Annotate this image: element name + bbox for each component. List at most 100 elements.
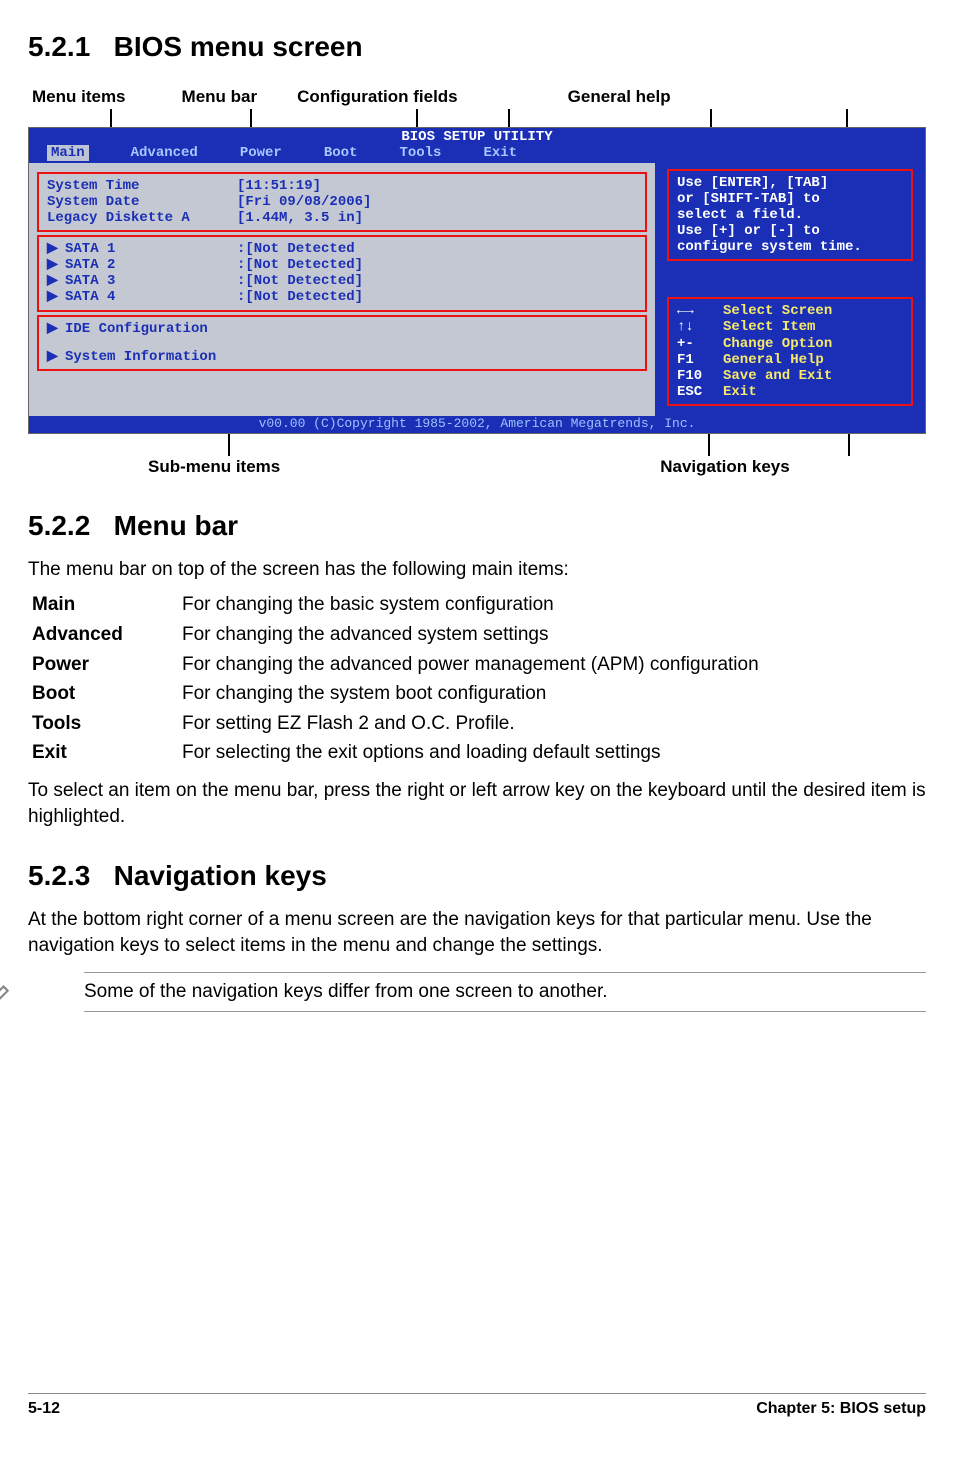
field-sata4[interactable]: ▶ SATA 4 :[Not Detected] — [47, 289, 637, 305]
def-term: Exit — [28, 738, 178, 768]
bios-menu-exit[interactable]: Exit — [483, 145, 517, 161]
table-row: MainFor changing the basic system config… — [28, 590, 926, 620]
diagram-bottom-labels: Sub-menu items Navigation keys — [28, 456, 926, 479]
def-desc: For setting EZ Flash 2 and O.C. Profile. — [178, 709, 926, 739]
def-desc: For changing the advanced system setting… — [178, 620, 926, 650]
fields-group-2: ▶ SATA 1 :[Not Detected ▶ SATA 2 :[Not D… — [37, 235, 647, 311]
section-number: 5.2.2 — [28, 510, 90, 541]
section-title: Navigation keys — [114, 860, 327, 891]
bios-screenshot: BIOS SETUP UTILITY Main Advanced Power B… — [28, 127, 926, 434]
nav-key: ←→ — [677, 303, 723, 319]
field-value: :[Not Detected] — [237, 257, 363, 273]
field-legacy-diskette[interactable]: Legacy Diskette A [1.44M, 3.5 in] — [47, 210, 637, 226]
triangle-right-icon: ▶ — [47, 273, 65, 289]
field-value: [11:51:19] — [237, 178, 321, 194]
page-number: 5-12 — [28, 1398, 60, 1420]
table-row: AdvancedFor changing the advanced system… — [28, 620, 926, 650]
nav-key-row: ↑↓Select Item — [677, 319, 903, 335]
def-term: Boot — [28, 679, 178, 709]
nav-key: +- — [677, 336, 723, 352]
fields-group-3: ▶ IDE Configuration ▶ System Information — [37, 315, 647, 371]
section-title: Menu bar — [114, 510, 238, 541]
nav-key: F10 — [677, 368, 723, 384]
def-desc: For selecting the exit options and loadi… — [178, 738, 926, 768]
def-desc: For changing the system boot configurati… — [178, 679, 926, 709]
label-config-fields: Configuration fields — [297, 86, 458, 109]
section-title: BIOS menu screen — [114, 31, 363, 62]
bios-menu-advanced[interactable]: Advanced — [131, 145, 198, 161]
submenu-system-info[interactable]: ▶ System Information — [47, 349, 637, 365]
table-row: ToolsFor setting EZ Flash 2 and O.C. Pro… — [28, 709, 926, 739]
submenu-label: System Information — [65, 349, 216, 365]
field-system-time[interactable]: System Time [11:51:19] — [47, 178, 637, 194]
nav-keys-box: ←→Select Screen ↑↓Select Item +-Change O… — [667, 297, 913, 406]
help-line: select a field. — [677, 207, 903, 223]
def-desc: For changing the basic system configurat… — [178, 590, 926, 620]
nav-key-row: ESCExit — [677, 384, 903, 400]
submenu-label: IDE Configuration — [65, 321, 208, 337]
label-submenu-items: Sub-menu items — [148, 456, 280, 479]
nav-key-row: F1General Help — [677, 352, 903, 368]
bios-menu-tools[interactable]: Tools — [399, 145, 441, 161]
def-term: Main — [28, 590, 178, 620]
def-desc: For changing the advanced power manageme… — [178, 650, 926, 680]
bios-menu-main[interactable]: Main — [47, 145, 89, 161]
bios-menu-boot[interactable]: Boot — [324, 145, 358, 161]
field-value: :[Not Detected] — [237, 289, 363, 305]
bios-left-pane: System Time [11:51:19] System Date [Fri … — [29, 163, 655, 416]
triangle-right-icon: ▶ — [47, 289, 65, 305]
nav-key-label: Select Item — [723, 319, 815, 335]
label-general-help: General help — [568, 86, 671, 109]
callout-lines-top — [28, 109, 926, 127]
note-block: Some of the navigation keys differ from … — [84, 972, 926, 1012]
field-value: :[Not Detected — [237, 241, 355, 257]
label-navigation-keys: Navigation keys — [660, 456, 789, 479]
section-number: 5.2.1 — [28, 31, 90, 62]
nav-key-label: General Help — [723, 352, 824, 368]
nav-key-row: ←→Select Screen — [677, 303, 903, 319]
callout-lines-bottom — [28, 434, 926, 456]
table-row: BootFor changing the system boot configu… — [28, 679, 926, 709]
bios-copyright: v00.00 (C)Copyright 1985-2002, American … — [29, 416, 925, 433]
help-line: Use [+] or [-] to — [677, 223, 903, 239]
nav-key-row: F10Save and Exit — [677, 368, 903, 384]
triangle-right-icon: ▶ — [47, 321, 65, 337]
field-sata1[interactable]: ▶ SATA 1 :[Not Detected — [47, 241, 637, 257]
field-sata2[interactable]: ▶ SATA 2 :[Not Detected] — [47, 257, 637, 273]
help-line: or [SHIFT-TAB] to — [677, 191, 903, 207]
field-label: SATA 3 — [65, 273, 237, 289]
nav-key-label: Exit — [723, 384, 757, 400]
nav-key: F1 — [677, 352, 723, 368]
menubar-tail: To select an item on the menu bar, press… — [28, 778, 926, 829]
page-footer: 5-12 Chapter 5: BIOS setup — [28, 1393, 926, 1420]
submenu-ide-config[interactable]: ▶ IDE Configuration — [47, 321, 637, 337]
field-value: :[Not Detected] — [237, 273, 363, 289]
triangle-right-icon: ▶ — [47, 241, 65, 257]
field-label: SATA 2 — [65, 257, 237, 273]
nav-key: ↑↓ — [677, 319, 723, 335]
def-term: Advanced — [28, 620, 178, 650]
menu-definitions-table: MainFor changing the basic system config… — [28, 590, 926, 768]
table-row: ExitFor selecting the exit options and l… — [28, 738, 926, 768]
field-label: System Time — [47, 178, 237, 194]
note-text: Some of the navigation keys differ from … — [84, 979, 608, 1005]
help-text-box: Use [ENTER], [TAB] or [SHIFT-TAB] to sel… — [667, 169, 913, 261]
triangle-right-icon: ▶ — [47, 257, 65, 273]
section-number: 5.2.3 — [28, 860, 90, 891]
field-label: SATA 4 — [65, 289, 237, 305]
field-value: [Fri 09/08/2006] — [237, 194, 371, 210]
table-row: PowerFor changing the advanced power man… — [28, 650, 926, 680]
field-value: [1.44M, 3.5 in] — [237, 210, 363, 226]
bios-menu-power[interactable]: Power — [240, 145, 282, 161]
field-sata3[interactable]: ▶ SATA 3 :[Not Detected] — [47, 273, 637, 289]
bios-help-pane: Use [ENTER], [TAB] or [SHIFT-TAB] to sel… — [655, 163, 925, 416]
menubar-intro: The menu bar on top of the screen has th… — [28, 557, 926, 583]
label-menu-bar: Menu bar — [182, 86, 258, 109]
field-system-date[interactable]: System Date [Fri 09/08/2006] — [47, 194, 637, 210]
help-line: Use [ENTER], [TAB] — [677, 175, 903, 191]
navkeys-text: At the bottom right corner of a menu scr… — [28, 907, 926, 958]
diagram-top-labels: Menu items Menu bar Configuration fields… — [28, 86, 926, 109]
def-term: Power — [28, 650, 178, 680]
nav-key-label: Select Screen — [723, 303, 832, 319]
label-menu-items: Menu items — [32, 86, 126, 109]
